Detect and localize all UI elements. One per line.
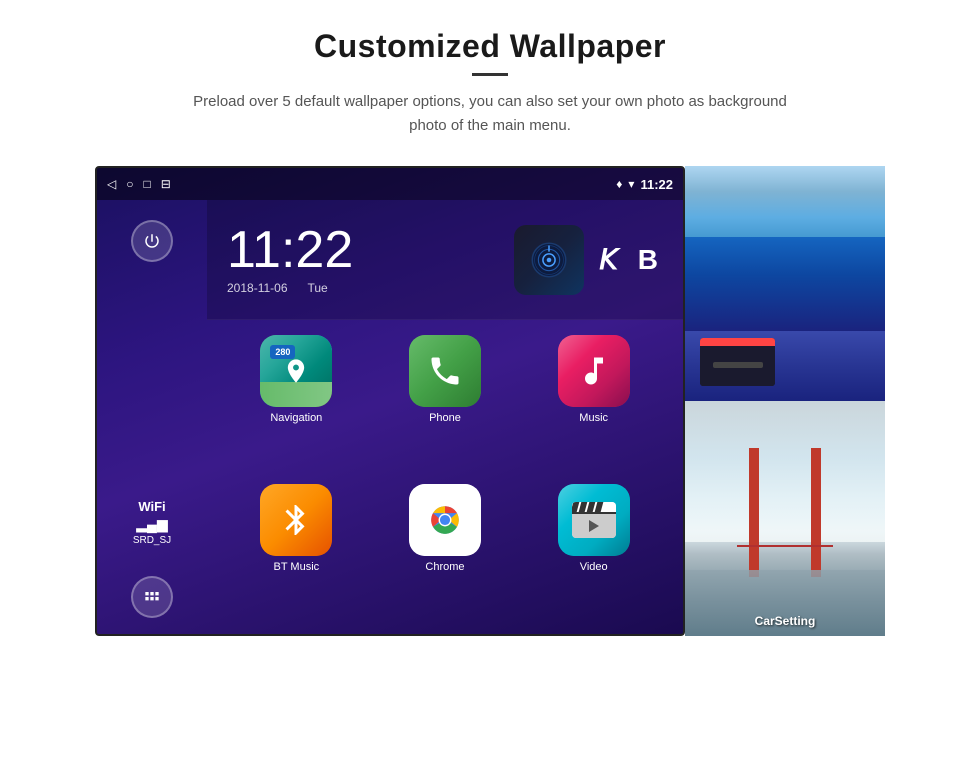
btmusic-label: BT Music <box>274 561 320 573</box>
recents-nav-icon[interactable]: □ <box>143 177 150 191</box>
power-button[interactable] <box>131 220 173 262</box>
apps-grid-button[interactable] <box>131 576 173 618</box>
location-icon: ♦ <box>616 177 622 191</box>
wallpaper-panel: CarSetting <box>685 166 885 636</box>
page-title: Customized Wallpaper <box>0 0 980 65</box>
app-item-navigation[interactable]: 280 Navigation <box>227 335 366 474</box>
phone-icon <box>409 335 481 407</box>
video-icon <box>558 484 630 556</box>
photo-nav-icon[interactable]: ⊟ <box>161 177 171 191</box>
wifi-bars: ▂▄▆ <box>133 516 171 533</box>
wallpaper-ice-cave[interactable] <box>685 166 885 401</box>
wallpaper-bridge[interactable]: CarSetting <box>685 401 885 636</box>
video-label: Video <box>580 561 608 573</box>
apps-grid: 280 Navigation <box>207 320 683 636</box>
chrome-icon <box>409 484 481 556</box>
left-sidebar: WiFi ▂▄▆ SRD_SJ <box>97 200 207 636</box>
chrome-label: Chrome <box>425 561 464 573</box>
main-content: ◁ ○ □ ⊟ ♦ ▾ 11:22 WiFi <box>0 166 980 636</box>
wifi-label: WiFi <box>133 499 171 514</box>
app-item-video[interactable]: Video <box>524 484 663 623</box>
clock-day: Tue <box>308 281 328 295</box>
wifi-ssid: SRD_SJ <box>133 535 171 546</box>
app-item-phone[interactable]: Phone <box>376 335 515 474</box>
clock-time: 11:22 <box>227 224 514 276</box>
android-screen[interactable]: ◁ ○ □ ⊟ ♦ ▾ 11:22 WiFi <box>95 166 685 636</box>
clock-date: 2018-11-06 Tue <box>227 281 514 295</box>
b-icon: B <box>633 244 663 276</box>
title-divider <box>472 73 508 76</box>
app-item-btmusic[interactable]: BT Music <box>227 484 366 623</box>
music-label: Music <box>579 412 608 424</box>
status-time: 11:22 <box>640 177 673 192</box>
car-setting-label: CarSetting <box>755 614 816 628</box>
status-bar-left: ◁ ○ □ ⊟ <box>107 177 171 191</box>
music-icon <box>558 335 630 407</box>
navigation-icon: 280 <box>260 335 332 407</box>
app-item-chrome[interactable]: Chrome <box>376 484 515 623</box>
clock-block: 11:22 2018-11-06 Tue <box>227 224 514 295</box>
k-icon: 𝘒 <box>594 243 622 276</box>
wifi-status-icon: ▾ <box>628 177 634 191</box>
app-item-music[interactable]: Music <box>524 335 663 474</box>
wifi-info: WiFi ▂▄▆ SRD_SJ <box>133 499 171 546</box>
clock-area: 11:22 2018-11-06 Tue <box>207 200 683 320</box>
status-bar-right: ♦ ▾ 11:22 <box>616 177 673 192</box>
screen-body: WiFi ▂▄▆ SRD_SJ 11:22 2018 <box>97 200 683 636</box>
clock-date-value: 2018-11-06 <box>227 281 288 295</box>
radio-app-icon[interactable] <box>514 225 584 295</box>
main-area: 11:22 2018-11-06 Tue <box>207 200 683 636</box>
home-nav-icon[interactable]: ○ <box>126 177 133 191</box>
clock-right-icons: 𝘒 B <box>514 225 663 295</box>
status-bar: ◁ ○ □ ⊟ ♦ ▾ 11:22 <box>97 168 683 200</box>
phone-label: Phone <box>429 412 461 424</box>
back-nav-icon[interactable]: ◁ <box>107 177 116 191</box>
page-subtitle: Preload over 5 default wallpaper options… <box>180 90 800 138</box>
navigation-label: Navigation <box>270 412 322 424</box>
btmusic-icon <box>260 484 332 556</box>
